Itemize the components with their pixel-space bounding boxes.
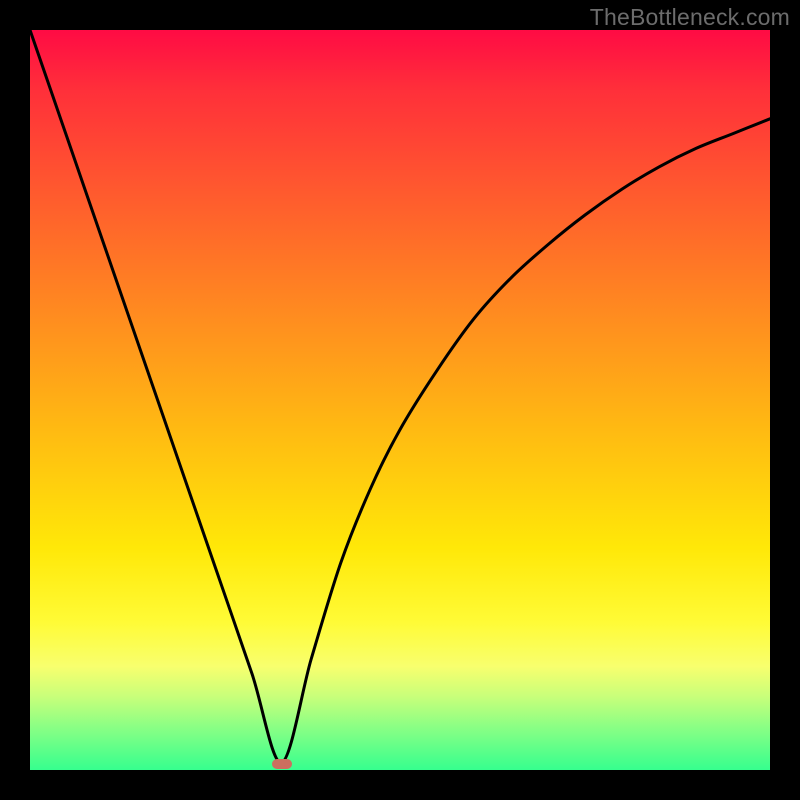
bottleneck-curve [30,30,770,770]
curve-path [30,30,770,763]
plot-area [30,30,770,770]
watermark-text: TheBottleneck.com [590,4,790,31]
chart-frame: TheBottleneck.com [0,0,800,800]
minimum-marker [272,759,292,769]
